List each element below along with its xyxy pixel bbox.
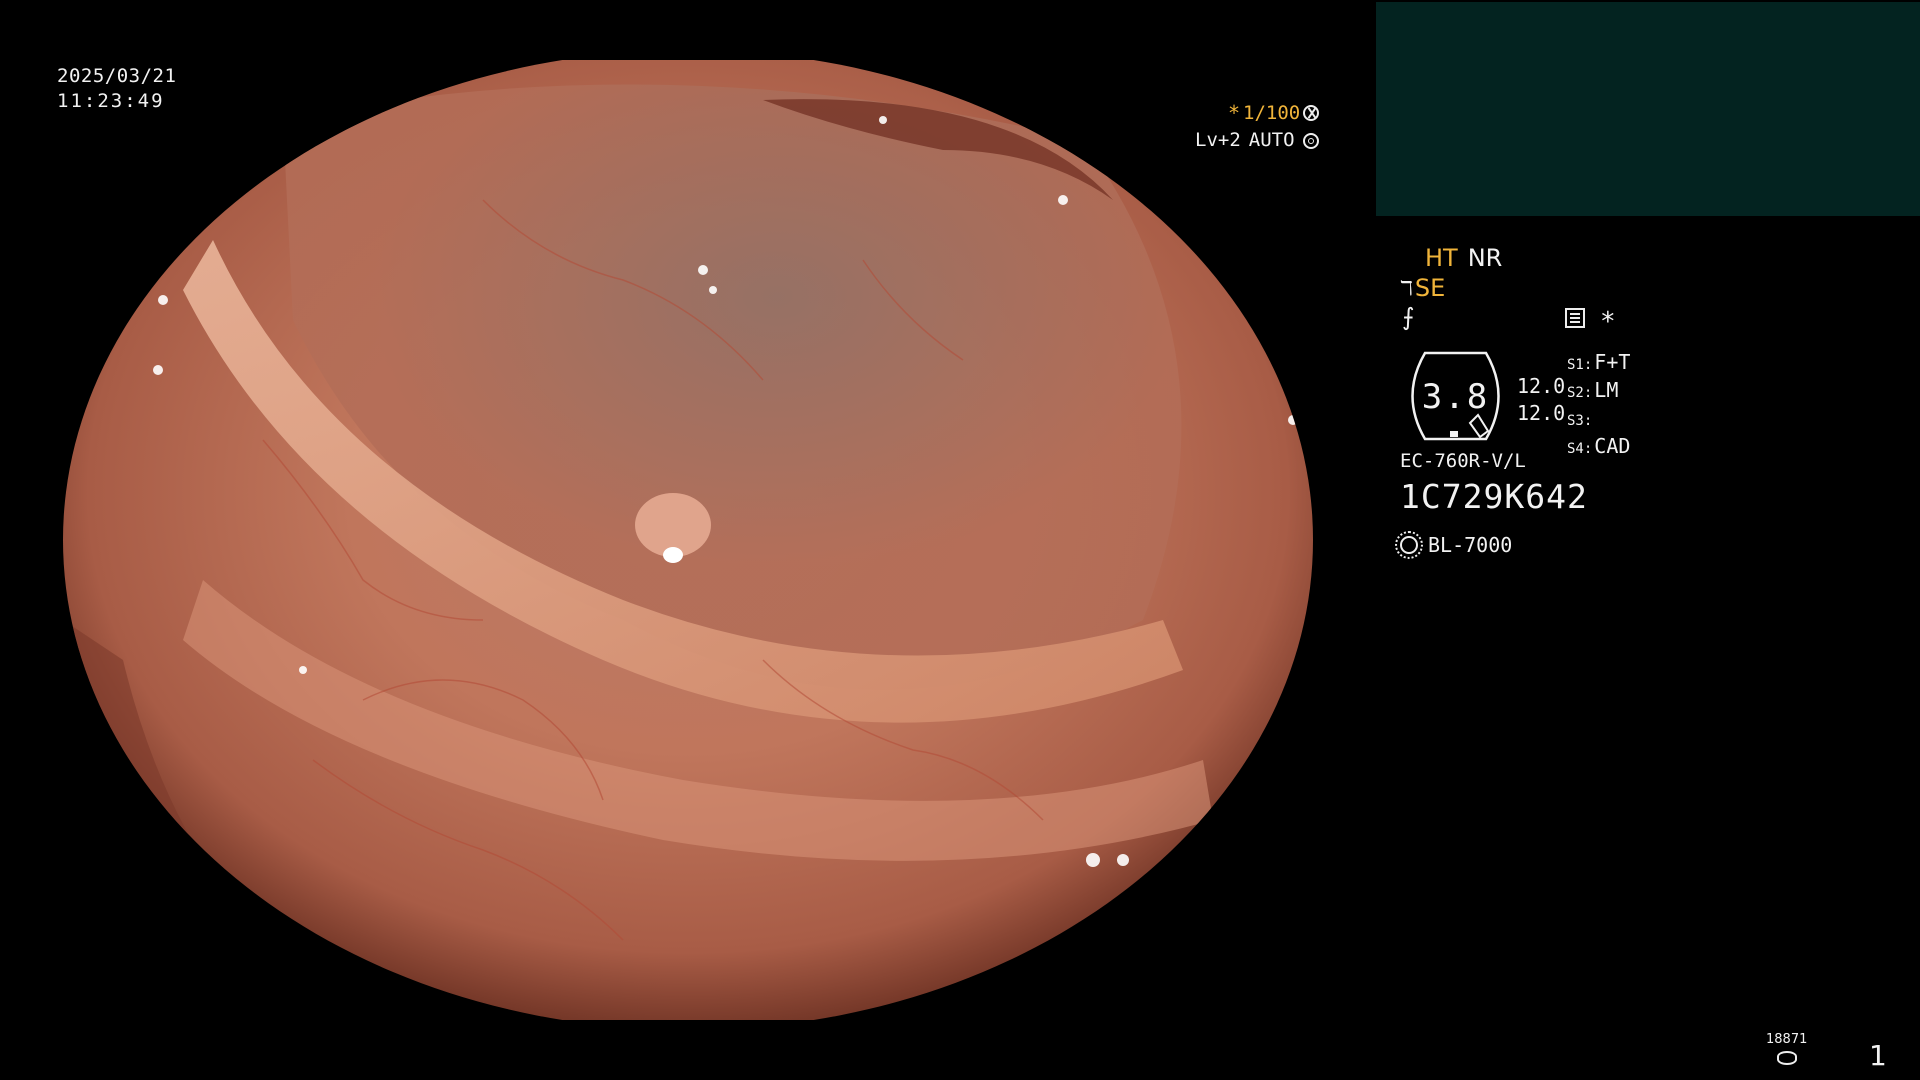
scope-serial: 1C729K642 <box>1400 477 1588 516</box>
slot-key: S1: <box>1567 357 1593 373</box>
value-2: 12.0 <box>1517 401 1566 425</box>
image-counter: 18871 <box>1766 1032 1808 1047</box>
slash-icon: ⨍ <box>1402 303 1415 331</box>
zoom-value: 3.8 <box>1421 377 1490 417</box>
slot-key: S3: <box>1567 413 1593 429</box>
light-source-label: BL-7000 <box>1428 533 1513 557</box>
ht-label: HT <box>1425 244 1458 272</box>
shutter-icon <box>1303 105 1320 121</box>
menu-icon <box>1565 308 1585 328</box>
ht-nr-indicator: HT NR <box>1425 246 1502 270</box>
slot-value: LM <box>1594 378 1619 402</box>
endoscope-view <box>63 60 1313 1020</box>
lamp-icon <box>1395 531 1423 559</box>
slot-list: S1: F+T S2: LM S3: S4: CAD <box>1567 350 1630 462</box>
slot-value: CAD <box>1594 434 1631 458</box>
scope-model: EC-760R-V/L <box>1400 450 1526 472</box>
asterisk-icon: * <box>1600 307 1616 337</box>
level-mode: AUTO <box>1248 129 1295 151</box>
disk-icon <box>1777 1051 1797 1065</box>
pip-panel <box>1376 2 1920 216</box>
nr-label: NR <box>1467 244 1503 272</box>
se-label: SE <box>1414 274 1446 302</box>
slot-key: S2: <box>1567 385 1593 401</box>
slot-item: S2: LM <box>1567 378 1630 406</box>
date-label: 2025/03/21 <box>57 65 177 87</box>
shutter-readout: * 1/100 <box>1228 101 1320 125</box>
slot-key: S4: <box>1567 441 1593 457</box>
value-1: 12.0 <box>1517 374 1566 398</box>
slot-item: S4: CAD <box>1567 434 1630 462</box>
scope-icon: ℸ <box>1400 276 1413 300</box>
aperture-icon <box>1302 132 1319 149</box>
slot-value: F+T <box>1594 350 1631 374</box>
slot-item: S1: F+T <box>1567 350 1630 378</box>
se-indicator: ℸ SE <box>1400 276 1445 300</box>
light-source: BL-7000 <box>1395 531 1513 559</box>
values-column: 12.0 12.0 <box>1517 373 1565 427</box>
time-label: 11:23:49 <box>57 90 165 112</box>
page-number: 1 <box>1869 1039 1887 1072</box>
shutter-value: 1/100 <box>1243 101 1301 124</box>
slot-item: S3: <box>1567 406 1630 434</box>
level-readout: Lv+2 AUTO <box>1195 131 1319 150</box>
shutter-prefix: * <box>1228 101 1241 125</box>
colon-image <box>63 60 1313 1020</box>
level-label: Lv+2 <box>1195 129 1241 151</box>
